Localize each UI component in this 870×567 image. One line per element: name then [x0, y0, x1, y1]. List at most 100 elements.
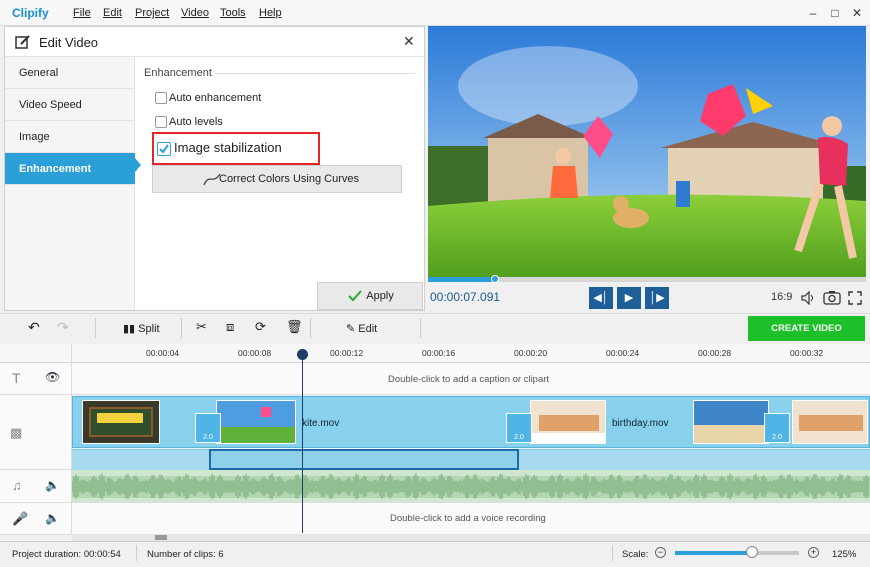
close-panel-icon[interactable]: ✕ — [403, 33, 415, 50]
close-window-icon[interactable]: ✕ — [848, 5, 866, 21]
aspect-ratio[interactable]: 16:9 — [771, 291, 792, 303]
menu-help[interactable]: Help — [259, 7, 282, 19]
skip-back-icon: ◀│ — [593, 292, 609, 304]
title-bar — [0, 0, 870, 26]
caption-track[interactable]: Double-click to add a caption or clipart — [72, 363, 870, 395]
clip-count: Number of clips: 6 — [147, 549, 224, 560]
clip-thumbnail[interactable] — [216, 400, 296, 444]
next-frame-button[interactable]: │▶ — [645, 287, 669, 309]
apply-check-icon — [348, 290, 362, 302]
menu-file[interactable]: File — [73, 7, 91, 19]
prev-frame-button[interactable]: ◀│ — [589, 287, 613, 309]
correct-colors-curves-button[interactable]: Correct Colors Using Curves — [152, 165, 402, 193]
scrollbar-thumb[interactable] — [155, 535, 167, 540]
ruler-tick: 00:00:04 — [146, 348, 180, 358]
image-stabilization-label: Image stabilization — [174, 140, 282, 155]
apply-button[interactable]: Apply — [317, 282, 423, 310]
split-label: Split — [138, 323, 160, 335]
auto-levels-label: Auto levels — [169, 116, 223, 128]
zoom-slider-handle[interactable] — [745, 546, 758, 558]
video-preview[interactable] — [428, 26, 866, 278]
transition-marker[interactable]: 2.0 — [764, 413, 790, 443]
image-stabilization-checkbox[interactable] — [157, 142, 171, 156]
section-title: Enhancement — [144, 67, 212, 79]
video-track-header: ▩ — [0, 395, 72, 470]
auto-enhancement-checkbox[interactable] — [155, 92, 167, 104]
tab-general[interactable]: General — [5, 57, 135, 89]
edit-sidebar: General Video Speed Image Enhancement — [5, 57, 135, 310]
transition-marker[interactable]: 2.0 — [506, 413, 532, 443]
checkmark-icon — [159, 144, 169, 154]
clip-thumbnail[interactable] — [530, 400, 606, 444]
skip-forward-icon: │▶ — [649, 292, 665, 304]
speaker-icon[interactable]: 🔈 — [45, 478, 60, 492]
clip-name: kite.mov — [302, 418, 340, 429]
edit-button[interactable]: ✎ Edit — [346, 322, 377, 335]
create-video-button[interactable]: CREATE VIDEO — [748, 316, 865, 341]
seek-progress — [428, 277, 495, 282]
zoom-in-icon[interactable]: + — [808, 547, 819, 558]
clip-thumbnail[interactable] — [792, 400, 868, 444]
clip-thumbnail[interactable] — [82, 400, 160, 444]
zoom-out-icon[interactable]: − — [655, 547, 666, 558]
timeline-ruler[interactable] — [72, 344, 870, 363]
fullscreen-icon[interactable] — [848, 291, 862, 305]
ruler-corner — [0, 344, 72, 363]
seek-handle[interactable] — [491, 275, 499, 283]
play-button[interactable]: ▶ — [617, 287, 641, 309]
ruler-tick: 00:00:28 — [698, 348, 732, 358]
crop-icon[interactable]: ⧈ — [226, 319, 234, 335]
edit-label: Edit — [358, 323, 378, 335]
toolbar-divider — [310, 318, 311, 338]
speaker-icon[interactable]: 🔈 — [45, 511, 60, 525]
clip-thumbnail[interactable] — [693, 400, 769, 444]
tab-video-speed[interactable]: Video Speed — [5, 89, 135, 121]
timecode: 00:00:07.091 — [430, 290, 501, 304]
music-waveform — [71, 473, 870, 500]
status-divider — [136, 545, 137, 561]
volume-icon[interactable] — [801, 291, 817, 305]
edit-icon — [15, 35, 30, 49]
minimize-icon[interactable]: – — [804, 5, 822, 21]
selected-clip-audio[interactable] — [209, 449, 519, 470]
edit-panel-title: Edit Video — [39, 35, 99, 50]
project-duration: Project duration: 00:00:54 — [12, 549, 121, 560]
maximize-icon[interactable]: □ — [826, 5, 844, 21]
music-note-icon: ♫ — [12, 478, 22, 493]
pencil-icon: ✎ — [346, 323, 359, 335]
redo-icon[interactable]: ↷ — [57, 319, 69, 336]
split-button[interactable]: ▮▮ Split — [123, 322, 160, 335]
menu-video[interactable]: Video — [181, 7, 209, 19]
timeline-scrollbar[interactable] — [72, 534, 870, 541]
voice-track[interactable]: Double-click to add a voice recording — [72, 503, 870, 535]
undo-icon[interactable]: ↶ — [28, 319, 40, 336]
menu-edit[interactable]: Edit — [103, 7, 122, 19]
tab-enhancement[interactable]: Enhancement — [5, 153, 135, 185]
ruler-tick: 00:00:08 — [238, 348, 272, 358]
music-track[interactable] — [71, 470, 870, 503]
ruler-tick: 00:00:32 — [790, 348, 824, 358]
scale-label: Scale: — [622, 549, 649, 560]
transition-marker[interactable]: 2.0 — [195, 413, 221, 443]
auto-levels-checkbox[interactable] — [155, 116, 167, 128]
caption-track-header: T 👁 — [0, 363, 72, 395]
menu-project[interactable]: Project — [135, 7, 169, 19]
toolbar-divider — [420, 318, 421, 338]
scissors-icon[interactable]: ✂ — [196, 319, 207, 335]
split-icon: ▮▮ — [123, 323, 139, 335]
snapshot-icon[interactable] — [823, 290, 841, 305]
rotate-icon[interactable]: ⟳ — [255, 319, 266, 335]
playhead-handle[interactable] — [297, 349, 308, 360]
caption-hint: Double-click to add a caption or clipart — [388, 374, 550, 385]
voice-hint: Double-click to add a voice recording — [390, 513, 546, 524]
zoom-slider-fill — [675, 551, 752, 555]
eye-icon[interactable]: 👁 — [45, 370, 60, 384]
menu-tools[interactable]: Tools — [220, 7, 246, 19]
tab-image[interactable]: Image — [5, 121, 135, 153]
ruler-tick: 00:00:20 — [514, 348, 548, 358]
delete-icon[interactable]: 🗑 — [286, 319, 303, 335]
toolbar-divider — [95, 318, 96, 338]
microphone-icon: 🎤 — [12, 511, 29, 526]
text-icon: T — [12, 370, 21, 386]
curve-icon — [203, 173, 221, 186]
